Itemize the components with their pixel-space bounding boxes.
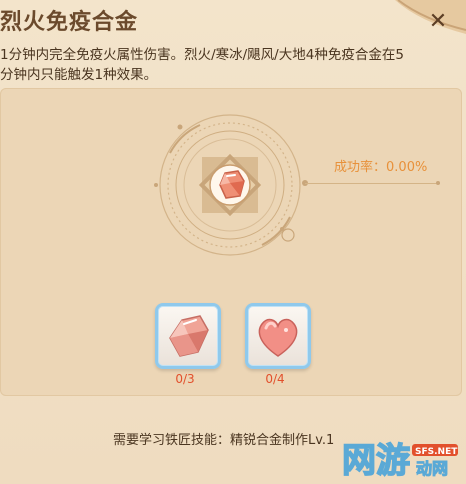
svg-text:SFS.NET: SFS.NET <box>415 447 458 457</box>
rate-connector-line <box>305 183 440 184</box>
item-description: 1分钟内完全免疫火属性伤害。烈火/寒冰/飓风/大地4种免疫合金在5 分钟内只能触… <box>0 45 462 85</box>
pink-crystal-icon <box>169 315 209 357</box>
close-button[interactable]: ✕ <box>424 8 452 36</box>
window-title: 烈火免疫合金 <box>0 10 139 35</box>
description-line-2: 分钟内只能触发1种效果。 <box>0 67 158 83</box>
close-icon: ✕ <box>428 9 448 34</box>
svg-text:动网: 动网 <box>416 459 448 478</box>
rate-line-end-dot <box>436 181 440 185</box>
pink-heart-stone-icon <box>258 318 298 357</box>
material-slot-2[interactable] <box>245 303 311 369</box>
success-rate-value: 0.00% <box>386 160 428 175</box>
watermark-logo: 网游 SFS.NET 动网 <box>341 440 458 482</box>
title-bar: 烈火免疫合金 ✕ <box>0 0 466 40</box>
material-slot-1[interactable] <box>155 303 221 369</box>
site-watermark: 网游 SFS.NET 动网 <box>340 434 464 482</box>
material-count-1: 0/3 <box>175 372 195 386</box>
description-line-1: 1分钟内完全免疫火属性伤害。烈火/寒冰/飓风/大地4种免疫合金在5 <box>0 47 404 63</box>
success-rate: 成功率：0.00% <box>334 156 427 175</box>
skill-requirement: 需要学习铁匠技能：精锐合金制作Lv.1 <box>113 433 335 448</box>
craft-ornament-rings <box>154 114 301 256</box>
svg-text:网游: 网游 <box>342 441 410 480</box>
success-rate-label: 成功率： <box>334 160 387 175</box>
material-count-2: 0/4 <box>265 372 285 386</box>
dialog-panel: 烈火免疫合金 ✕ 1分钟内完全免疫火属性伤害。烈火/寒冰/飓风/大地4种免疫合金… <box>0 0 466 482</box>
orange-crystal-icon <box>219 170 245 199</box>
